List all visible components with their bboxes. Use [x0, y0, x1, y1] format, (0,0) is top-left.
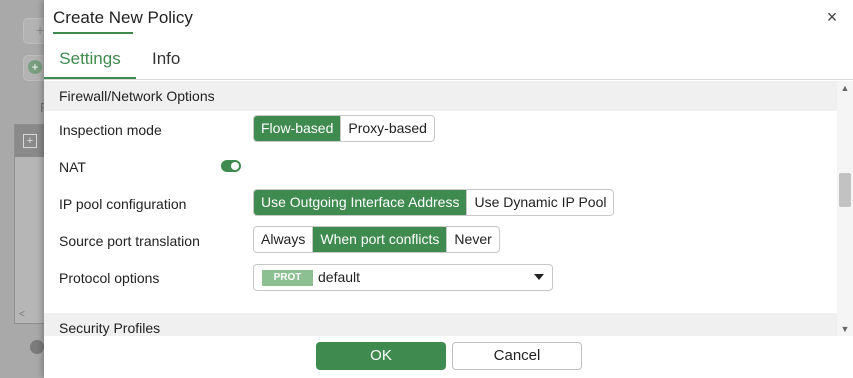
- plus-icon: +: [36, 22, 45, 38]
- nat-label: NAT: [59, 159, 86, 175]
- inspection-mode-selector: Flow-based Proxy-based: [253, 115, 435, 142]
- option-flow-based[interactable]: Flow-based: [254, 116, 341, 141]
- ok-button[interactable]: OK: [316, 342, 446, 370]
- dialog-title: Create New Policy: [53, 8, 193, 27]
- dialog-content: Firewall/Network Options Inspection mode…: [44, 81, 837, 336]
- option-proxy-based[interactable]: Proxy-based: [340, 116, 434, 141]
- protocol-options-label: Protocol options: [59, 270, 160, 286]
- section-title: Firewall/Network Options: [59, 88, 215, 104]
- source-port-selector: Always When port conflicts Never: [253, 226, 500, 253]
- scroll-up-icon[interactable]: ▲: [840, 84, 850, 93]
- prot-badge: PROT: [262, 270, 313, 286]
- nat-toggle[interactable]: [221, 160, 241, 172]
- option-outgoing-interface[interactable]: Use Outgoing Interface Address: [254, 190, 467, 215]
- add-circle-icon: +: [28, 60, 42, 74]
- title-underline: [53, 32, 133, 34]
- section-title: Security Profiles: [59, 320, 161, 336]
- content-scrollbar[interactable]: ▲ ▼: [837, 81, 853, 336]
- create-policy-dialog: Create New Policy × Settings Info Firewa…: [44, 0, 853, 378]
- tab-settings[interactable]: Settings: [44, 40, 136, 79]
- section-security-profiles: Security Profiles: [44, 313, 837, 336]
- option-never[interactable]: Never: [446, 227, 498, 252]
- scroll-down-icon[interactable]: ▼: [840, 325, 850, 334]
- option-always[interactable]: Always: [254, 227, 312, 252]
- toggle-knob: [231, 162, 239, 170]
- dialog-header: Create New Policy ×: [44, 0, 853, 40]
- expand-icon: +: [23, 134, 37, 148]
- inspection-mode-label: Inspection mode: [59, 122, 162, 138]
- caret-down-icon: [534, 274, 544, 280]
- section-firewall-network: Firewall/Network Options: [44, 81, 837, 111]
- option-dynamic-ip-pool[interactable]: Use Dynamic IP Pool: [466, 190, 613, 215]
- ip-pool-label: IP pool configuration: [59, 196, 187, 212]
- cancel-button[interactable]: Cancel: [452, 342, 582, 370]
- source-port-label: Source port translation: [59, 233, 200, 249]
- protocol-options-value: default: [318, 269, 361, 285]
- close-icon[interactable]: ×: [823, 8, 841, 26]
- protocol-options-dropdown[interactable]: PROT default: [253, 264, 553, 291]
- scroll-left-icon: <: [19, 309, 25, 320]
- ip-pool-selector: Use Outgoing Interface Address Use Dynam…: [253, 189, 615, 216]
- option-when-port-conflicts[interactable]: When port conflicts: [312, 227, 447, 252]
- dialog-footer: OK Cancel: [44, 336, 853, 378]
- logo-icon: [30, 340, 44, 354]
- dialog-tabs: Settings Info: [44, 40, 853, 80]
- tab-info[interactable]: Info: [152, 40, 180, 79]
- scroll-thumb[interactable]: [839, 173, 851, 207]
